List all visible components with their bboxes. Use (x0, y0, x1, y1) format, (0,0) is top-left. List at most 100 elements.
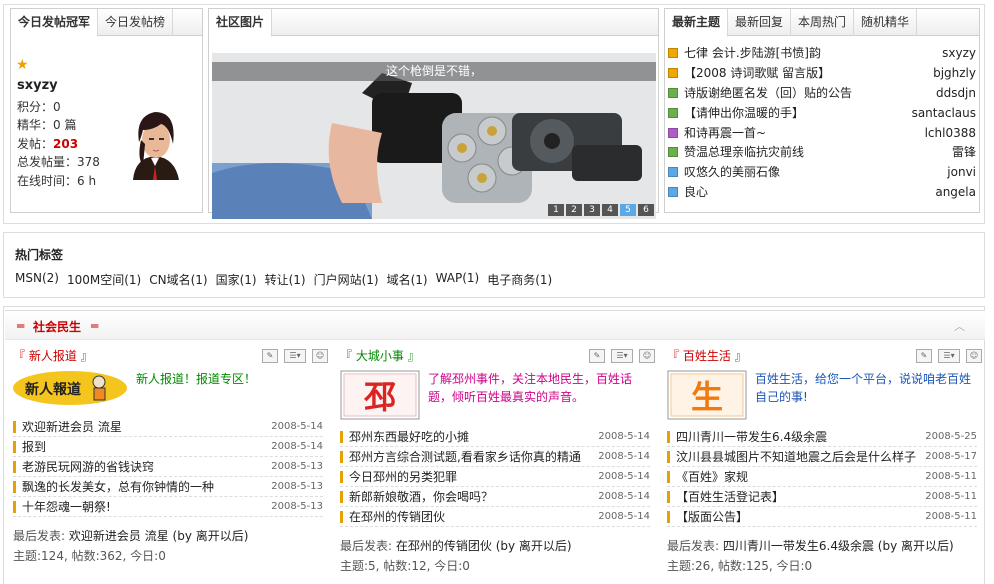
tab-community-photos[interactable]: 社区图片 (209, 9, 273, 37)
avatar[interactable] (119, 100, 191, 180)
forum-column-life: 『 百姓生活 』 ✎ ☰▾ ☺ 生 百姓生活，给您一个平台，说说咱老百姓自己的事… (667, 345, 982, 573)
tag-link[interactable]: WAP(1) (436, 271, 480, 288)
last-post-link[interactable]: 欢迎新进会员 流星 (69, 529, 169, 543)
tag-link[interactable]: 转让(1) (265, 271, 306, 288)
photo-page-1[interactable]: 1 (548, 204, 564, 216)
photo-page-5[interactable]: 5 (620, 204, 636, 216)
forum-column-city: 『 大城小事 』 ✎ ☰▾ ☺ 邳 了解邳州事件，关注本地民生，百姓话题，倾听百… (340, 345, 655, 573)
topic-item[interactable]: 【请伸出你温暖的手】 santaclaus (668, 103, 976, 123)
forum-stats: 主题:5, 帖数:12, 今日:0 (340, 559, 470, 573)
section-marker-icon: ═ (91, 319, 99, 333)
bracket-icon: 『 (340, 349, 356, 363)
tag-link[interactable]: MSN(2) (15, 271, 59, 288)
hot-tags-frame (3, 232, 985, 298)
topic-item[interactable]: 【2008 诗词歌赋 留言版】 bjghzly (668, 63, 976, 83)
svg-text:新人報道: 新人報道 (25, 381, 81, 398)
username[interactable]: sxyzy (17, 77, 100, 96)
topic-icon (668, 187, 678, 198)
tab-weekly-hot[interactable]: 本周热门 (791, 9, 855, 36)
forum-title[interactable]: 新人报道 (29, 345, 77, 367)
forum-column-newcomers: 『 新人报道 』 ✎ ☰▾ ☺ 新人報道 新人报道！报道专区！ 欢迎新进会员 流… (13, 345, 328, 563)
photo-page-4[interactable]: 4 (602, 204, 618, 216)
tab-champion[interactable]: 今日发帖冠军 (11, 9, 99, 37)
topic-icon (668, 87, 678, 98)
last-post-link[interactable]: 在邳州的传销团伙 (396, 539, 492, 553)
topic-item[interactable]: 和诗再震一首~ lchl0388 (668, 123, 976, 143)
tab-daily-ranking[interactable]: 今日发帖榜 (98, 9, 174, 36)
new-post-icon[interactable]: ✎ (262, 349, 278, 363)
list-item[interactable]: 【版面公告】 2008-5-11 (667, 507, 977, 527)
list-item[interactable]: 在邳州的传销团伙 2008-5-14 (340, 507, 650, 527)
bracket-icon: 』 (76, 349, 93, 363)
tab-latest-topics[interactable]: 最新主题 (665, 9, 729, 37)
last-post-info: 最后发表: 欢迎新进会员 流星 (by 离开以后) (13, 529, 249, 543)
user-info: sxyzy 积分：0 精华：0 篇 发帖：203 总发帖量：378 在线时间：6… (17, 77, 100, 190)
view-options-icon[interactable]: ☰▾ (938, 349, 960, 363)
topic-item[interactable]: 七律 会计.步陆游[书愤]韵 sxyzy (668, 43, 976, 63)
topic-item[interactable]: 良心 angela (668, 182, 976, 202)
stat-online-time: 在线时间：6 h (17, 173, 97, 188)
tag-link[interactable]: 门户网站(1) (314, 271, 379, 288)
list-item[interactable]: 飘逸的长发美女，总有你钟情的一种 2008-5-13 (13, 477, 323, 497)
list-item[interactable]: 十年怨魂一朝祭! 2008-5-13 (13, 497, 323, 517)
list-item[interactable]: 欢迎新进会员 流星 2008-5-14 (13, 417, 323, 437)
section-title[interactable]: 社会民生 (33, 318, 81, 335)
last-post-link[interactable]: 四川青川一带发生6.4级余震 (723, 539, 874, 553)
moderator-icon[interactable]: ☺ (639, 349, 655, 363)
topic-icon (668, 47, 678, 58)
forum-logo: 新人報道 (13, 371, 127, 405)
photo-page-3[interactable]: 3 (584, 204, 600, 216)
forum-stats: 主题:26, 帖数:125, 今日:0 (667, 559, 813, 573)
star-icon: ★ (16, 57, 29, 73)
forum-title[interactable]: 大城小事 (356, 345, 404, 367)
topic-list: 七律 会计.步陆游[书愤]韵 sxyzy 【2008 诗词歌赋 留言版】 bjghz… (668, 43, 976, 202)
list-item[interactable]: 报到 2008-5-14 (13, 437, 323, 457)
last-post-info: 最后发表: 四川青川一带发生6.4级余震 (by 离开以后) (667, 539, 954, 553)
forum-logo: 生 (667, 370, 747, 420)
view-options-icon[interactable]: ☰▾ (611, 349, 633, 363)
hot-tags-title: 热门标签 (15, 248, 64, 262)
post-list: 欢迎新进会员 流星 2008-5-14 报到 2008-5-14 老游民玩网游的省钱… (13, 417, 323, 517)
list-item[interactable]: 邳州东西最好吃的小摊 2008-5-14 (340, 427, 650, 447)
topic-item[interactable]: 诗版谢绝匿名发（回）贴的公告 ddsdjn (668, 83, 976, 103)
moderator-icon[interactable]: ☺ (966, 349, 982, 363)
photos-panel: 社区图片 这个枪倒是不错， 1 2 3 4 5 6 (208, 8, 659, 219)
tag-link[interactable]: 域名(1) (387, 271, 428, 288)
list-item[interactable]: 【百姓生活登记表】 2008-5-11 (667, 487, 977, 507)
list-item[interactable]: 汶川县县城图片不知道地震之后会是什么样子 2008-5-17 (667, 447, 977, 467)
topic-item[interactable]: 赞温总理亲临抗灾前线 雷锋 (668, 142, 976, 162)
forum-description: 百姓生活，给您一个平台，说说咱老百姓自己的事! (755, 372, 972, 404)
photo-pagination: 1 2 3 4 5 6 (548, 204, 654, 216)
photo-page-6[interactable]: 6 (638, 204, 654, 216)
topics-panel: 最新主题 最新回复 本周热门 随机精华 七律 会计.步陆游[书愤]韵 sxyzy … (664, 8, 980, 213)
list-item[interactable]: 今日邳州的另类犯罪 2008-5-14 (340, 467, 650, 487)
moderator-icon[interactable]: ☺ (312, 349, 328, 363)
tag-link[interactable]: CN域名(1) (149, 271, 207, 288)
forum-description: 了解邳州事件，关注本地民生，百姓话题，倾听百姓最真实的声音。 (428, 372, 633, 404)
forum-description: 新人报道！报道专区！ (136, 372, 257, 386)
tag-link[interactable]: 100M空间(1) (67, 271, 141, 288)
view-options-icon[interactable]: ☰▾ (284, 349, 306, 363)
list-item[interactable]: 老游民玩网游的省钱诀窍 2008-5-13 (13, 457, 323, 477)
stat-total-posts: 总发帖量：378 (17, 155, 100, 169)
stat-points: 积分：0 (17, 99, 61, 114)
list-item[interactable]: 《百姓》家规 2008-5-11 (667, 467, 977, 487)
list-item[interactable]: 四川青川一带发生6.4级余震 2008-5-25 (667, 427, 977, 447)
list-item[interactable]: 邳州方言综合测试题,看看家乡话你真的精通 2008-5-14 (340, 447, 650, 467)
photo-page-2[interactable]: 2 (566, 204, 582, 216)
tag-link[interactable]: 国家(1) (216, 271, 257, 288)
collapse-icon[interactable]: ︿ (954, 318, 965, 334)
forum-title[interactable]: 百姓生活 (683, 345, 731, 367)
stat-digest: 精华：0 篇 (17, 118, 77, 132)
new-post-icon[interactable]: ✎ (916, 349, 932, 363)
bracket-icon: 『 (667, 349, 683, 363)
new-post-icon[interactable]: ✎ (589, 349, 605, 363)
topic-item[interactable]: 叹悠久的美丽石像 jonvi (668, 162, 976, 182)
photo-slide[interactable]: 这个枪倒是不错， 1 2 3 4 5 6 (212, 53, 656, 219)
tag-link[interactable]: 电子商务(1) (487, 271, 552, 288)
champion-panel: 今日发帖冠军 今日发帖榜 ★ sxyzy 积分：0 精华：0 篇 发帖：203 … (10, 8, 203, 213)
tab-random-digest[interactable]: 随机精华 (854, 9, 918, 36)
list-item[interactable]: 新郎新娘敬酒，你会喝吗？ 2008-5-14 (340, 487, 650, 507)
tab-latest-replies[interactable]: 最新回复 (728, 9, 792, 36)
bracket-icon: 』 (730, 349, 747, 363)
